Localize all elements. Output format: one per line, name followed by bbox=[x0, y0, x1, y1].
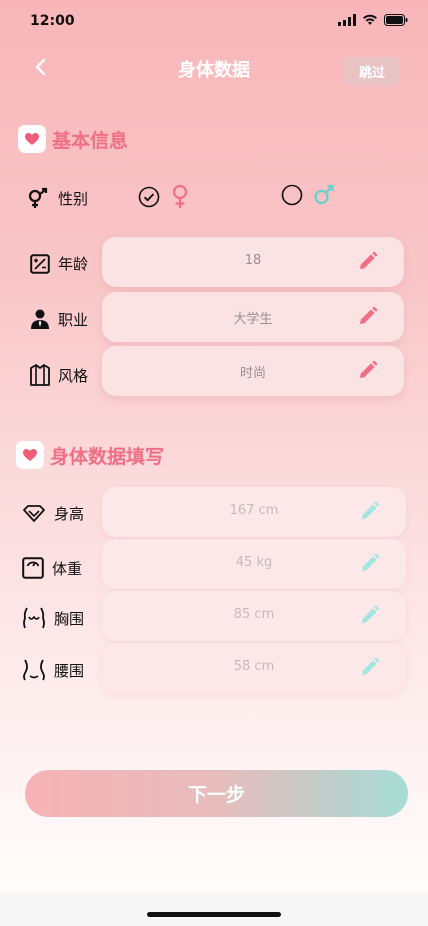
wifi-icon bbox=[363, 14, 377, 25]
height-row: 身高 167 cm bbox=[0, 487, 428, 537]
heart-icon bbox=[23, 449, 37, 461]
occupation-label: 职业 bbox=[58, 310, 89, 329]
gender-icon bbox=[28, 187, 48, 208]
occupation-row: 职业 大学生 bbox=[0, 292, 428, 342]
edit-pencil-icon[interactable] bbox=[358, 360, 378, 380]
occupation-icon bbox=[31, 309, 49, 329]
edit-pencil-icon[interactable] bbox=[360, 605, 380, 625]
chest-field[interactable]: 85 cm bbox=[102, 591, 406, 641]
skip-button[interactable]: 跳过 bbox=[344, 57, 400, 85]
age-row: 年龄 18 bbox=[0, 237, 428, 287]
gender-label-group: 性别 bbox=[26, 187, 88, 209]
age-label-group: 年龄 bbox=[30, 253, 88, 274]
weight-label-group: 体重 bbox=[22, 557, 82, 579]
gender-option-male[interactable] bbox=[281, 184, 335, 206]
age-icon bbox=[30, 253, 50, 274]
bottom-bar bbox=[0, 892, 428, 926]
home-indicator[interactable] bbox=[147, 912, 281, 917]
male-symbol-icon bbox=[314, 184, 334, 205]
edit-pencil-icon[interactable] bbox=[360, 501, 380, 521]
style-field[interactable]: 时尚 bbox=[102, 346, 404, 396]
gender-label: 性别 bbox=[58, 189, 89, 208]
check-circle-icon bbox=[138, 186, 160, 208]
edit-pencil-icon[interactable] bbox=[358, 306, 378, 326]
signal-icon bbox=[338, 14, 356, 26]
radio-empty-icon bbox=[281, 184, 303, 206]
section-basic-info: 基本信息 bbox=[18, 125, 128, 153]
section-title-basic: 基本信息 bbox=[52, 129, 129, 152]
age-label: 年龄 bbox=[58, 255, 89, 273]
next-button[interactable]: 下一步 bbox=[25, 770, 408, 817]
edit-pencil-icon[interactable] bbox=[360, 553, 380, 573]
status-bar: 12:00 bbox=[0, 0, 428, 44]
weight-icon bbox=[22, 557, 44, 579]
status-icons bbox=[338, 14, 408, 26]
waist-row: 腰围 58 cm bbox=[0, 643, 428, 693]
female-symbol-icon bbox=[172, 184, 188, 208]
height-label: 身高 bbox=[54, 505, 85, 523]
gender-row: 性别 bbox=[0, 182, 428, 216]
heart-icon bbox=[25, 133, 39, 145]
height-icon bbox=[23, 504, 45, 522]
edit-pencil-icon[interactable] bbox=[360, 657, 380, 677]
style-label-group: 风格 bbox=[30, 364, 88, 386]
chest-row: 胸围 85 cm bbox=[0, 591, 428, 641]
section-body-data: 身体数据填写 bbox=[16, 441, 164, 469]
occupation-label-group: 职业 bbox=[30, 308, 88, 330]
height-field[interactable]: 167 cm bbox=[102, 487, 406, 537]
occupation-field[interactable]: 大学生 bbox=[102, 292, 404, 342]
age-field[interactable]: 18 bbox=[102, 237, 404, 287]
style-row: 风格 时尚 bbox=[0, 346, 428, 396]
weight-label: 体重 bbox=[52, 559, 83, 578]
heart-icon-box bbox=[16, 441, 44, 469]
style-label: 风格 bbox=[58, 366, 89, 385]
section-title-body: 身体数据填写 bbox=[50, 445, 165, 468]
status-time: 12:00 bbox=[30, 13, 75, 29]
weight-field[interactable]: 45 kg bbox=[102, 539, 406, 589]
waist-label-group: 腰围 bbox=[22, 659, 84, 681]
weight-row: 体重 45 kg bbox=[0, 539, 428, 589]
chest-icon bbox=[23, 607, 45, 629]
edit-pencil-icon[interactable] bbox=[358, 251, 378, 271]
battery-icon bbox=[384, 14, 408, 26]
chest-label: 胸围 bbox=[54, 609, 85, 628]
chest-label-group: 胸围 bbox=[22, 607, 84, 629]
style-icon bbox=[30, 364, 50, 386]
gender-option-female[interactable] bbox=[138, 184, 190, 210]
waist-icon bbox=[23, 659, 45, 681]
height-label-group: 身高 bbox=[22, 503, 84, 524]
waist-label: 腰围 bbox=[54, 661, 85, 680]
nav-bar: 身体数据 跳过 bbox=[0, 52, 428, 85]
waist-field[interactable]: 58 cm bbox=[102, 643, 406, 693]
heart-icon-box bbox=[18, 125, 46, 153]
